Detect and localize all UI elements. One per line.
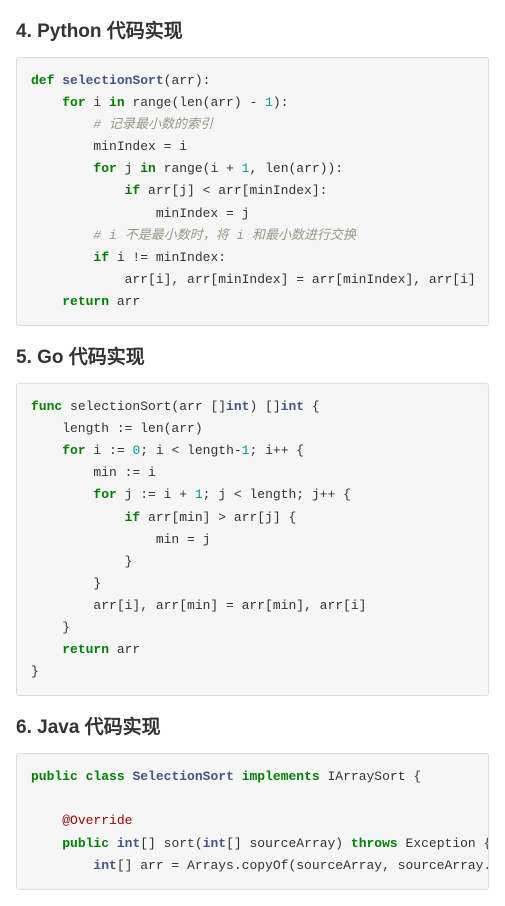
code-text: [] sort( <box>140 836 202 851</box>
kw-func: func <box>31 399 62 414</box>
code-text: min := i <box>31 465 156 480</box>
kw-for: for <box>62 95 85 110</box>
code-text <box>31 510 125 525</box>
code-text: arr[i], arr[minIndex] = arr[minIndex], a… <box>31 272 476 287</box>
type-int: int <box>117 836 140 851</box>
kw-if: if <box>93 250 109 265</box>
code-text: arr[i], arr[min] = arr[min], arr[i] <box>31 598 366 613</box>
code-text <box>78 769 86 784</box>
kw-class: class <box>86 769 125 784</box>
kw-in: in <box>109 95 125 110</box>
code-text <box>31 250 93 265</box>
code-text: } <box>31 664 39 679</box>
kw-return: return <box>62 642 109 657</box>
code-text <box>125 769 133 784</box>
type-int: int <box>93 858 116 873</box>
num: 1 <box>265 95 273 110</box>
kw-in: in <box>140 161 156 176</box>
comment: # i 不是最小数时，将 i 和最小数进行交换 <box>93 228 356 243</box>
num: 1 <box>195 487 203 502</box>
code-text: arr <box>109 294 140 309</box>
kw-implements: implements <box>242 769 320 784</box>
code-text <box>31 294 62 309</box>
code-text: } <box>31 576 101 591</box>
comment: # 记录最小数的索引 <box>93 117 213 132</box>
code-text: j <box>117 161 140 176</box>
code-text <box>31 161 93 176</box>
kw-if: if <box>125 510 141 525</box>
code-text <box>31 642 62 657</box>
code-text: range(i + <box>156 161 242 176</box>
code-text: i := <box>86 443 133 458</box>
code-text: (arr): <box>164 73 211 88</box>
annotation: @Override <box>62 813 132 828</box>
code-text: arr <box>109 642 140 657</box>
code-text: min = j <box>31 532 210 547</box>
code-text <box>31 813 62 828</box>
code-text: Exception { <box>398 836 489 851</box>
code-text: i != minIndex: <box>109 250 226 265</box>
code-text: ): <box>273 95 289 110</box>
class-name: SelectionSort <box>132 769 233 784</box>
kw-for: for <box>62 443 85 458</box>
code-text <box>109 836 117 851</box>
code-text <box>31 95 62 110</box>
type-int: int <box>226 399 249 414</box>
code-text <box>234 769 242 784</box>
code-text: ; i++ { <box>249 443 304 458</box>
code-text <box>31 858 93 873</box>
java-heading: 6. Java 代码实现 <box>16 712 489 739</box>
code-text: length := len(arr) <box>31 421 203 436</box>
code-text: arr[j] < arr[minIndex]: <box>140 183 327 198</box>
kw-if: if <box>125 183 141 198</box>
code-text: range(len(arr) - <box>125 95 265 110</box>
code-text: minIndex = j <box>31 206 249 221</box>
code-text: ; j < length; j++ { <box>203 487 351 502</box>
kw-def: def <box>31 73 54 88</box>
go-heading: 5. Go 代码实现 <box>16 342 489 369</box>
code-text: [] arr = Arrays.copyOf(sourceArray, sour… <box>117 858 489 873</box>
kw-public: public <box>31 769 78 784</box>
code-text: ; i < length- <box>140 443 241 458</box>
python-heading: 4. Python 代码实现 <box>16 16 489 43</box>
kw-public: public <box>62 836 109 851</box>
fn-name: selectionSort <box>62 73 163 88</box>
code-text: i <box>86 95 109 110</box>
code-text: ) [] <box>249 399 280 414</box>
code-text: { <box>304 399 320 414</box>
code-text: j := i + <box>117 487 195 502</box>
kw-throws: throws <box>351 836 398 851</box>
code-text: minIndex = i <box>31 139 187 154</box>
code-text: , len(arr)): <box>249 161 343 176</box>
type-int: int <box>281 399 304 414</box>
java-code-block: public class SelectionSort implements IA… <box>16 753 489 889</box>
code-text <box>31 228 93 243</box>
code-text: [] sourceArray) <box>226 836 351 851</box>
code-text <box>31 487 93 502</box>
code-text: selectionSort(arr [] <box>62 399 226 414</box>
code-text: arr[min] > arr[j] { <box>140 510 296 525</box>
kw-return: return <box>62 294 109 309</box>
type-int: int <box>203 836 226 851</box>
code-text <box>31 117 93 132</box>
code-text: } <box>31 554 132 569</box>
python-code-block: def selectionSort(arr): for i in range(l… <box>16 57 489 326</box>
code-text: } <box>31 620 70 635</box>
kw-for: for <box>93 487 116 502</box>
code-text <box>31 443 62 458</box>
go-code-block: func selectionSort(arr []int) []int { le… <box>16 383 489 696</box>
code-text <box>31 836 62 851</box>
code-text: IArraySort { <box>320 769 421 784</box>
code-text <box>31 183 125 198</box>
kw-for: for <box>93 161 116 176</box>
